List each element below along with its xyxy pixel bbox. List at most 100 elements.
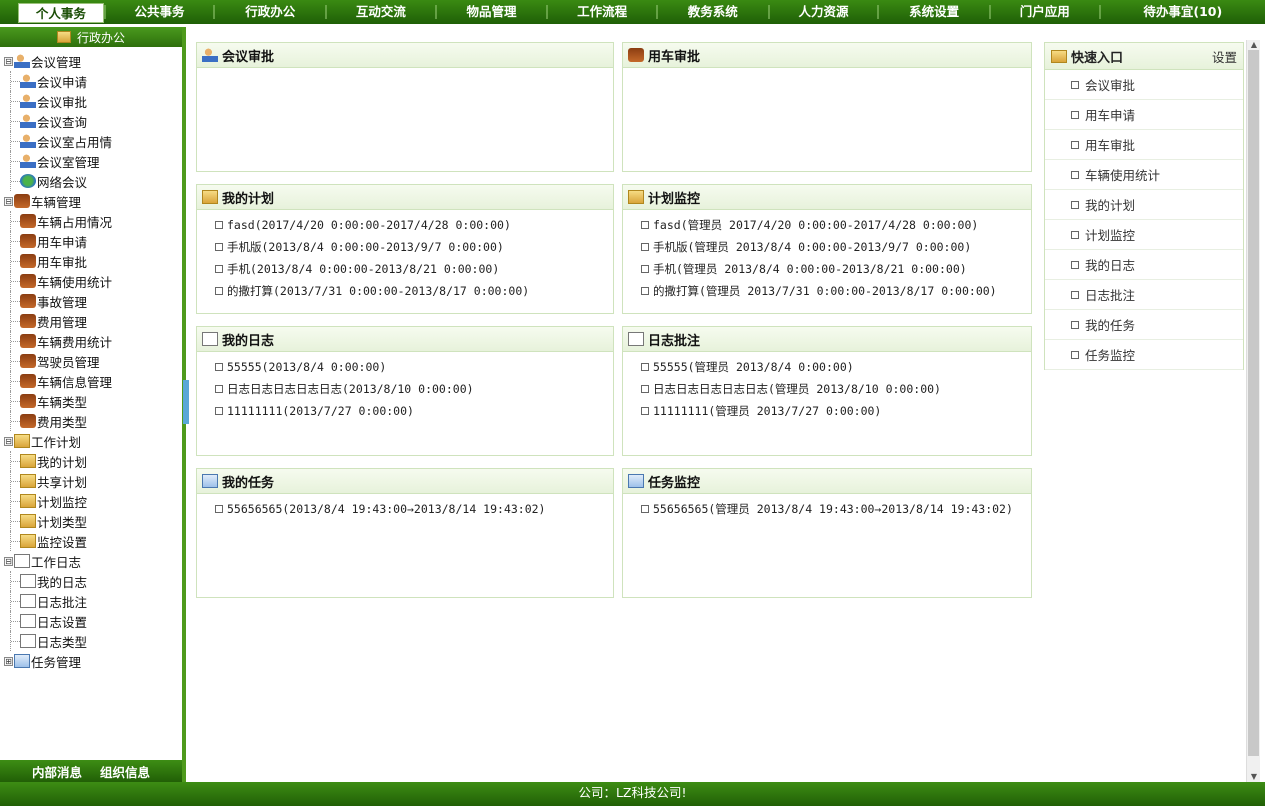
tree-item[interactable]: 车辆费用统计: [0, 331, 182, 351]
quick-entry-item[interactable]: 用车审批: [1045, 130, 1243, 160]
panel-list-item[interactable]: fasd(管理员 2017/4/20 0:00:00-2017/4/28 0:0…: [641, 214, 1031, 236]
panel-item-text[interactable]: 55555(管理员 2013/8/4 0:00:00): [653, 356, 854, 378]
scroll-down-icon[interactable]: ▼: [1247, 772, 1261, 782]
tree-item[interactable]: 监控设置: [0, 531, 182, 551]
tree-item[interactable]: 驾驶员管理: [0, 351, 182, 371]
nav-tab-5[interactable]: 工作流程: [548, 0, 656, 24]
quick-entry-label[interactable]: 我的任务: [1085, 315, 1135, 334]
tree-item[interactable]: 车辆占用情况: [0, 211, 182, 231]
panel-item-text[interactable]: 的撒打算(2013/7/31 0:00:00-2013/8/17 0:00:00…: [227, 280, 529, 302]
tree-item[interactable]: 共享计划: [0, 471, 182, 491]
nav-tab-6[interactable]: 教务系统: [658, 0, 768, 24]
scrollbar-thumb[interactable]: [1248, 50, 1259, 756]
tree-group[interactable]: ⊟ 车辆管理: [0, 191, 182, 211]
organization-info-link[interactable]: 组织信息: [100, 762, 150, 781]
panel-list-item[interactable]: 11111111(管理员 2013/7/27 0:00:00): [641, 400, 1031, 422]
tree-item[interactable]: 计划监控: [0, 491, 182, 511]
quick-entry-label[interactable]: 车辆使用统计: [1085, 165, 1160, 184]
quick-entry-item[interactable]: 计划监控: [1045, 220, 1243, 250]
panel-list-item[interactable]: 手机版(管理员 2013/8/4 0:00:00-2013/9/7 0:00:0…: [641, 236, 1031, 258]
tree-item[interactable]: 计划类型: [0, 511, 182, 531]
tree-group[interactable]: ⊟ 工作日志: [0, 551, 182, 571]
quick-entry-label[interactable]: 会议审批: [1085, 75, 1135, 94]
nav-tab-1[interactable]: 公共事务: [106, 0, 214, 24]
tree-item[interactable]: 费用类型: [0, 411, 182, 431]
quick-entry-settings-link[interactable]: 设置: [1212, 47, 1237, 66]
panel-list-item[interactable]: 11111111(2013/7/27 0:00:00): [215, 400, 613, 422]
tree-item[interactable]: 日志类型: [0, 631, 182, 651]
panel-list-item[interactable]: fasd(2017/4/20 0:00:00-2017/4/28 0:00:00…: [215, 214, 613, 236]
panel-item-text[interactable]: 的撒打算(管理员 2013/7/31 0:00:00-2013/8/17 0:0…: [653, 280, 997, 302]
quick-entry-item[interactable]: 我的日志: [1045, 250, 1243, 280]
quick-entry-item[interactable]: 日志批注: [1045, 280, 1243, 310]
quick-entry-item[interactable]: 我的计划: [1045, 190, 1243, 220]
quick-entry-label[interactable]: 用车申请: [1085, 105, 1135, 124]
panel-list-item[interactable]: 55656565(管理员 2013/8/4 19:43:00→2013/8/14…: [641, 498, 1031, 520]
tree-item[interactable]: 事故管理: [0, 291, 182, 311]
nav-tab-7[interactable]: 人力资源: [770, 0, 878, 24]
quick-entry-item[interactable]: 车辆使用统计: [1045, 160, 1243, 190]
tree-item[interactable]: 会议审批: [0, 91, 182, 111]
tree-item[interactable]: 车辆信息管理: [0, 371, 182, 391]
panel-item-text[interactable]: fasd(管理员 2017/4/20 0:00:00-2017/4/28 0:0…: [653, 214, 978, 236]
nav-tab-10[interactable]: 待办事宜(10): [1101, 0, 1265, 24]
panel-item-text[interactable]: 11111111(管理员 2013/7/27 0:00:00): [653, 400, 881, 422]
sidebar-collapse-handle[interactable]: [183, 380, 189, 424]
tree-item[interactable]: 日志批注: [0, 591, 182, 611]
tree-item[interactable]: 会议申请: [0, 71, 182, 91]
quick-entry-label[interactable]: 任务监控: [1085, 345, 1135, 364]
panel-item-text[interactable]: 55656565(管理员 2013/8/4 19:43:00→2013/8/14…: [653, 498, 1013, 520]
quick-entry-label[interactable]: 计划监控: [1085, 225, 1135, 244]
panel-list-item[interactable]: 55555(管理员 2013/8/4 0:00:00): [641, 356, 1031, 378]
panel-item-text[interactable]: fasd(2017/4/20 0:00:00-2017/4/28 0:00:00…: [227, 214, 511, 236]
panel-item-text[interactable]: 55656565(2013/8/4 19:43:00→2013/8/14 19:…: [227, 498, 546, 520]
nav-tab-0[interactable]: 个人事务: [18, 3, 104, 23]
quick-entry-label[interactable]: 我的日志: [1085, 255, 1135, 274]
panel-item-text[interactable]: 日志日志日志日志日志(管理员 2013/8/10 0:00:00): [653, 378, 941, 400]
tree-item[interactable]: 车辆使用统计: [0, 271, 182, 291]
expand-toggle-icon[interactable]: ⊟: [4, 196, 13, 206]
tree-item[interactable]: 车辆类型: [0, 391, 182, 411]
panel-list-item[interactable]: 的撒打算(2013/7/31 0:00:00-2013/8/17 0:00:00…: [215, 280, 613, 302]
panel-item-text[interactable]: 55555(2013/8/4 0:00:00): [227, 356, 386, 378]
panel-list-item[interactable]: 日志日志日志日志日志(管理员 2013/8/10 0:00:00): [641, 378, 1031, 400]
tree-item[interactable]: 费用管理: [0, 311, 182, 331]
nav-tab-8[interactable]: 系统设置: [879, 0, 989, 24]
quick-entry-label[interactable]: 日志批注: [1085, 285, 1135, 304]
panel-item-text[interactable]: 手机版(管理员 2013/8/4 0:00:00-2013/9/7 0:00:0…: [653, 236, 971, 258]
tree-group[interactable]: ⊟ 会议管理: [0, 51, 182, 71]
panel-list-item[interactable]: 手机版(2013/8/4 0:00:00-2013/9/7 0:00:00): [215, 236, 613, 258]
quick-entry-label[interactable]: 用车审批: [1085, 135, 1135, 154]
tree-item[interactable]: 网络会议: [0, 171, 182, 191]
internal-message-link[interactable]: 内部消息: [32, 762, 82, 781]
panel-list-item[interactable]: 日志日志日志日志日志(2013/8/10 0:00:00): [215, 378, 613, 400]
panel-item-text[interactable]: 手机(管理员 2013/8/4 0:00:00-2013/8/21 0:00:0…: [653, 258, 967, 280]
tree-item[interactable]: 我的日志: [0, 571, 182, 591]
tree-item[interactable]: 会议查询: [0, 111, 182, 131]
tree-item[interactable]: 用车申请: [0, 231, 182, 251]
panel-item-text[interactable]: 11111111(2013/7/27 0:00:00): [227, 400, 414, 422]
nav-tab-3[interactable]: 互动交流: [327, 0, 435, 24]
expand-toggle-icon[interactable]: ⊞: [4, 656, 13, 666]
tree-item[interactable]: 会议室管理: [0, 151, 182, 171]
nav-tab-9[interactable]: 门户应用: [991, 0, 1099, 24]
nav-tab-4[interactable]: 物品管理: [437, 0, 547, 24]
quick-entry-item[interactable]: 会议审批: [1045, 70, 1243, 100]
panel-list-item[interactable]: 55555(2013/8/4 0:00:00): [215, 356, 613, 378]
quick-entry-item[interactable]: 任务监控: [1045, 340, 1243, 370]
tree-item[interactable]: 我的计划: [0, 451, 182, 471]
scroll-up-icon[interactable]: ▲: [1247, 40, 1261, 50]
quick-entry-item[interactable]: 我的任务: [1045, 310, 1243, 340]
panel-list-item[interactable]: 55656565(2013/8/4 19:43:00→2013/8/14 19:…: [215, 498, 613, 520]
quick-entry-label[interactable]: 我的计划: [1085, 195, 1135, 214]
panel-item-text[interactable]: 日志日志日志日志日志(2013/8/10 0:00:00): [227, 378, 474, 400]
tree-group[interactable]: ⊟ 工作计划: [0, 431, 182, 451]
panel-list-item[interactable]: 手机(管理员 2013/8/4 0:00:00-2013/8/21 0:00:0…: [641, 258, 1031, 280]
panel-list-item[interactable]: 的撒打算(管理员 2013/7/31 0:00:00-2013/8/17 0:0…: [641, 280, 1031, 302]
panel-item-text[interactable]: 手机(2013/8/4 0:00:00-2013/8/21 0:00:00): [227, 258, 499, 280]
expand-toggle-icon[interactable]: ⊟: [4, 436, 13, 446]
tree-item[interactable]: 日志设置: [0, 611, 182, 631]
expand-toggle-icon[interactable]: ⊟: [4, 556, 13, 566]
nav-tab-2[interactable]: 行政办公: [215, 0, 325, 24]
tree-item[interactable]: 会议室占用情: [0, 131, 182, 151]
